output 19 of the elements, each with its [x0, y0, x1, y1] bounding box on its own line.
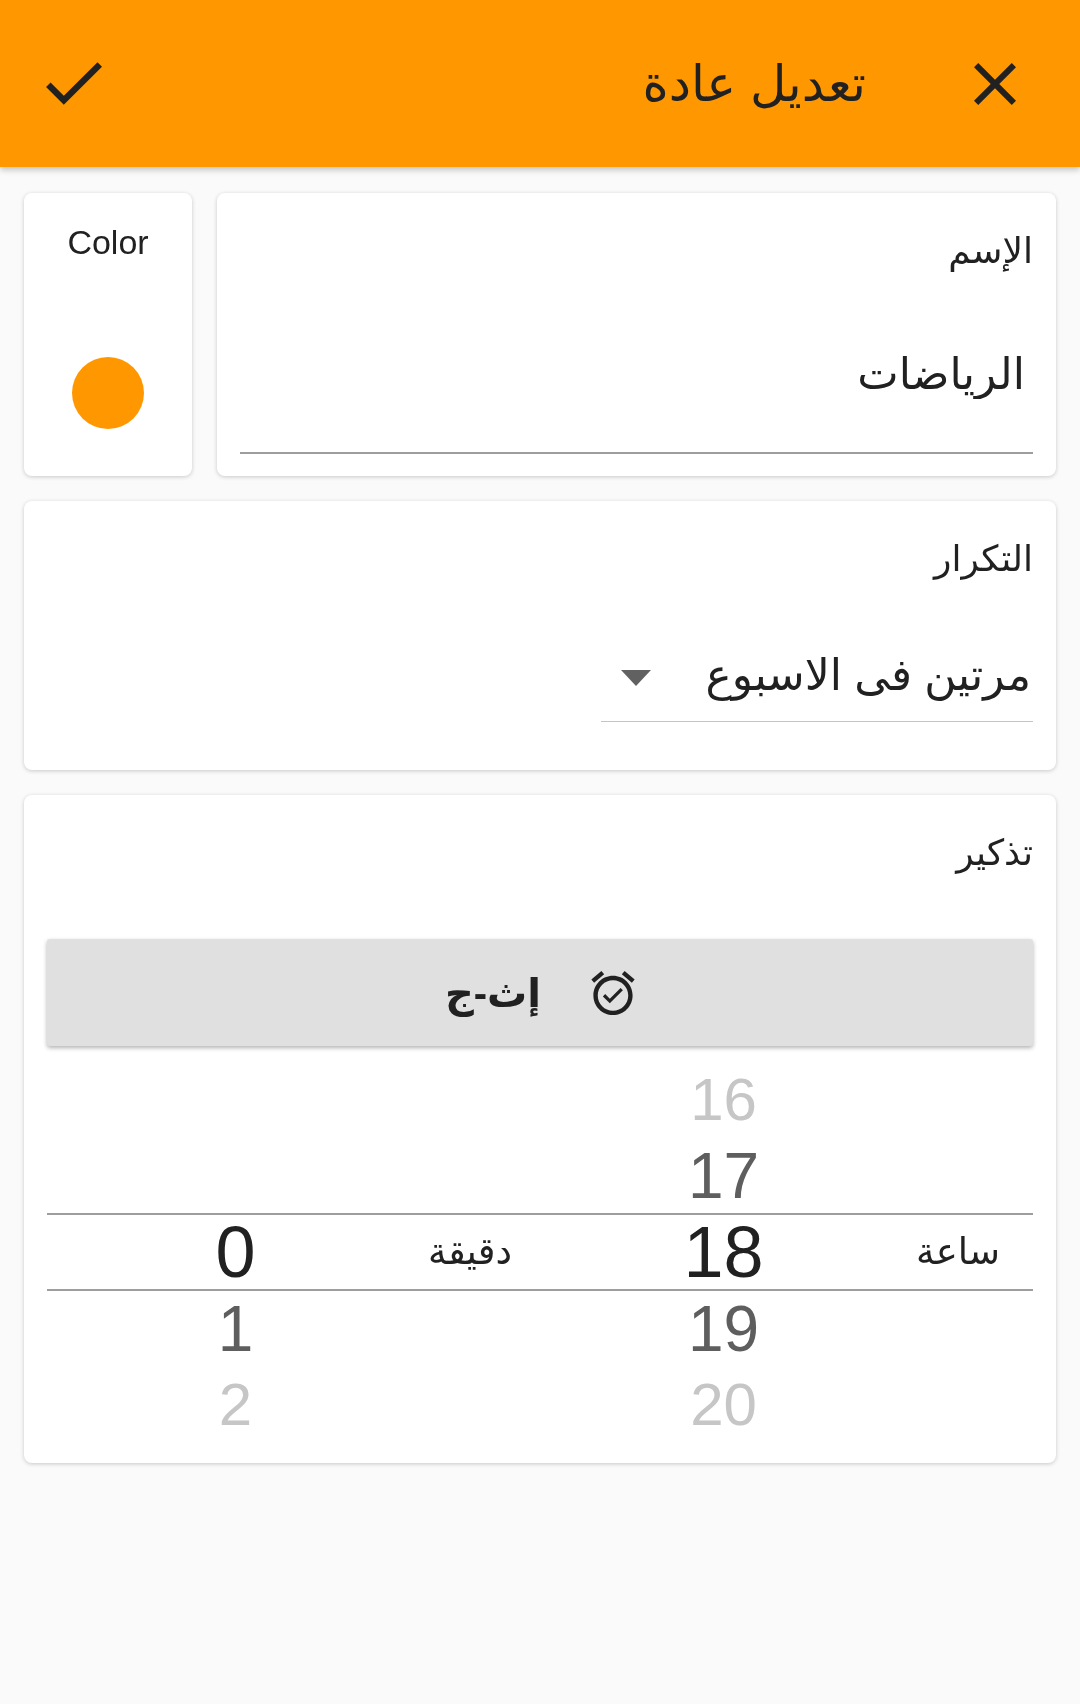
reminder-days-text: إث-ج [444, 969, 542, 1019]
reminder-days-button[interactable]: إث-ج [47, 939, 1033, 1046]
dropdown-caret-icon [621, 670, 651, 686]
color-label: Color [67, 222, 149, 263]
picker-number[interactable]: 1 [217, 1297, 254, 1361]
check-icon [46, 62, 102, 105]
alarm-check-icon [591, 970, 636, 1015]
picker-unit-label: ساعة [915, 1229, 1001, 1274]
close-icon [974, 62, 1016, 105]
reminder-label: تذكير [953, 831, 1033, 875]
picker-number[interactable]: 19 [687, 1297, 760, 1361]
repeat-dropdown[interactable]: مرتين فى الاسبوع [601, 626, 1033, 722]
repeat-label: التكرار [931, 537, 1033, 581]
picker-number[interactable]: 0 [215, 1216, 256, 1288]
name-label: الإسم [947, 229, 1033, 273]
picker-number[interactable]: 18 [683, 1216, 764, 1288]
screen-title: تعديل عادة [642, 54, 866, 114]
picker-number[interactable]: 17 [687, 1143, 760, 1208]
picker-unit-label: دقيقة [428, 1229, 512, 1274]
